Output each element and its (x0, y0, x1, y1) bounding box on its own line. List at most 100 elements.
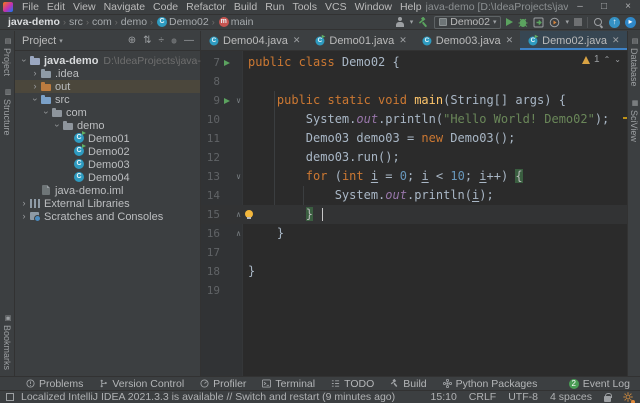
tool-window-button-python-packages[interactable]: Python Packages (443, 378, 538, 390)
collapse-all-icon[interactable]: ÷ (157, 36, 167, 46)
close-icon[interactable]: × (616, 0, 640, 14)
tab-demo01-java[interactable]: CDemo01.java✕ (307, 31, 413, 50)
tree-chevron-icon[interactable]: › (30, 82, 40, 91)
fold-marker-icon[interactable]: ∨ (233, 173, 244, 181)
line-separator[interactable]: CRLF (469, 391, 496, 403)
close-icon[interactable]: ✕ (293, 35, 301, 46)
tool-window-button-todo[interactable]: TODO (331, 378, 374, 390)
tree-row-external-libraries[interactable]: ›External Libraries (15, 197, 200, 210)
code-line-12[interactable]: 12 demo03.run(); (201, 148, 627, 167)
status-message[interactable]: Localized IntelliJ IDEA 2021.3.3 is avai… (21, 391, 395, 403)
build-hammer-icon[interactable] (418, 17, 429, 28)
next-warning-icon[interactable]: ⌄ (614, 55, 621, 64)
run-button[interactable] (506, 18, 513, 26)
profiler-icon[interactable] (549, 17, 560, 28)
tree-row-demo[interactable]: ›demo (15, 119, 200, 132)
tree-chevron-icon[interactable]: › (20, 56, 29, 66)
file-encoding[interactable]: UTF-8 (508, 391, 538, 403)
minimize-icon[interactable]: – (568, 0, 592, 14)
fold-marker-icon[interactable]: ∧ (233, 230, 244, 238)
tree-row-demo02[interactable]: CDemo02 (15, 145, 200, 158)
menu-refactor[interactable]: Refactor (182, 0, 230, 14)
menu-file[interactable]: File (18, 0, 43, 14)
breadcrumb-item-com[interactable]: com (92, 16, 112, 28)
chevron-down-icon[interactable]: ▾ (410, 18, 414, 26)
code-line-7[interactable]: 7public class Demo02 { (201, 53, 627, 72)
tool-window-button-structure[interactable]: ▥Structure (2, 82, 12, 142)
run-line-icon[interactable] (224, 98, 230, 104)
tree-row-demo04[interactable]: CDemo04 (15, 171, 200, 184)
tree-row-demo03[interactable]: CDemo03 (15, 158, 200, 171)
tab-demo02-java[interactable]: CDemo02.java✕ (520, 31, 626, 50)
locate-file-icon[interactable]: ⊕ (126, 36, 138, 46)
code-editor[interactable]: 7public class Demo02 {89∨ public static … (201, 51, 627, 376)
project-panel-title[interactable]: Project (22, 35, 56, 47)
tree-row-out[interactable]: ›out (15, 80, 200, 93)
search-everywhere-icon[interactable] (593, 17, 604, 28)
coverage-icon[interactable] (533, 17, 544, 28)
code-line-8[interactable]: 8 (201, 72, 627, 91)
menu-window[interactable]: Window (351, 0, 396, 14)
menu-vcs[interactable]: VCS (321, 0, 351, 14)
menu-code[interactable]: Code (149, 0, 182, 14)
menu-build[interactable]: Build (230, 0, 261, 14)
breadcrumb-item-demo[interactable]: demo (121, 16, 147, 28)
tree-row-demo01[interactable]: CDemo01 (15, 132, 200, 145)
menu-help[interactable]: Help (396, 0, 426, 14)
tree-chevron-icon[interactable]: › (19, 199, 29, 208)
code-line-10[interactable]: 10 System.out.println("Hello World! Demo… (201, 110, 627, 129)
tool-window-button-terminal[interactable]: Terminal (262, 378, 315, 390)
menu-tools[interactable]: Tools (288, 0, 321, 14)
run-configuration-select[interactable]: Demo02 ▾ (434, 16, 501, 29)
code-line-11[interactable]: 11 Demo03 demo03 = new Demo03(); (201, 129, 627, 148)
breadcrumb-item-demo02[interactable]: CDemo02 (156, 16, 209, 28)
code-line-14[interactable]: 14 System.out.println(i); (201, 186, 627, 205)
tree-chevron-icon[interactable]: › (30, 69, 40, 78)
close-icon[interactable]: ✕ (506, 35, 514, 46)
breadcrumb-item-main[interactable]: mmain (218, 16, 254, 28)
tree-chevron-icon[interactable]: › (31, 95, 40, 105)
tree-row-src[interactable]: ›src (15, 93, 200, 106)
maximize-icon[interactable]: □ (592, 0, 616, 14)
run-line-icon[interactable] (224, 60, 230, 66)
fold-marker-icon[interactable]: ∨ (233, 97, 244, 105)
intention-bulb-icon[interactable] (245, 210, 253, 218)
code-line-16[interactable]: 16∧ } (201, 224, 627, 243)
tree-chevron-icon[interactable]: › (53, 121, 62, 131)
tree-row--idea[interactable]: ›.idea (15, 67, 200, 80)
menu-edit[interactable]: Edit (43, 0, 69, 14)
tool-window-button-version-control[interactable]: Version Control (99, 378, 184, 390)
chevron-down-icon[interactable]: ▾ (59, 37, 63, 45)
code-line-13[interactable]: 13∨ for (int i = 0; i < 10; i++) { (201, 167, 627, 186)
breadcrumb-item-src[interactable]: src (69, 16, 83, 28)
indent-style[interactable]: 4 spaces (550, 391, 592, 403)
tab-demo04-java[interactable]: CDemo04.java✕ (201, 31, 307, 50)
code-line-18[interactable]: 18} (201, 262, 627, 281)
fold-marker-icon[interactable]: ∧ (233, 211, 244, 219)
update-notification-icon[interactable]: ↑ (609, 17, 620, 28)
tree-row-scratches-and-consoles[interactable]: ›Scratches and Consoles (15, 210, 200, 223)
chevron-down-icon[interactable]: ▾ (565, 18, 569, 26)
debug-icon[interactable] (518, 17, 528, 28)
tree-chevron-icon[interactable]: › (42, 108, 51, 118)
close-icon[interactable]: ✕ (399, 35, 407, 46)
tree-row-com[interactable]: ›com (15, 106, 200, 119)
hide-panel-icon[interactable]: — (182, 36, 196, 46)
gear-icon[interactable] (169, 36, 179, 46)
tree-row-java-demo[interactable]: ›java-demoD:\IdeaProjects\java-demo (15, 54, 200, 67)
breadcrumb-item-java-demo[interactable]: java-demo (8, 16, 60, 28)
caret-position[interactable]: 15:10 (431, 391, 457, 403)
menu-run[interactable]: Run (261, 0, 288, 14)
menu-view[interactable]: View (69, 0, 100, 14)
readonly-lock-icon[interactable] (604, 396, 611, 402)
plugin-notification-icon[interactable]: ▸ (625, 17, 636, 28)
code-line-15[interactable]: 15∧ } (201, 205, 627, 224)
settings-gear-icon[interactable] (623, 392, 634, 403)
menu-navigate[interactable]: Navigate (100, 0, 149, 14)
tool-window-button-build[interactable]: Build (390, 378, 426, 390)
tool-window-button-database[interactable]: ▤Database (629, 31, 639, 93)
code-line-19[interactable]: 19 (201, 281, 627, 300)
tool-window-toggle-icon[interactable] (6, 393, 14, 401)
tool-window-button-sciview[interactable]: ▦SciView (629, 93, 639, 148)
user-icon[interactable] (395, 17, 405, 27)
